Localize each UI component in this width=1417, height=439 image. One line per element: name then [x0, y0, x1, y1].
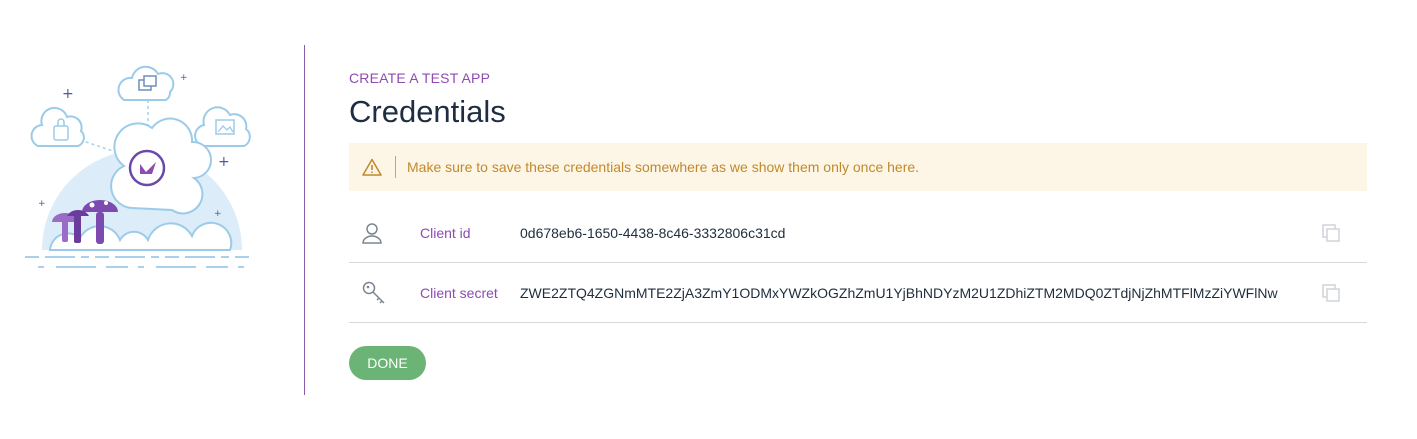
vertical-divider	[304, 45, 305, 395]
alert-message: Make sure to save these credentials some…	[407, 159, 920, 175]
svg-text:+: +	[38, 199, 46, 209]
svg-text:+: +	[214, 209, 222, 219]
client-secret-value: ZWE2ZTQ4ZGNmMTE2ZjA3ZmY1ODMxYWZkOGZhZmU1…	[520, 284, 1278, 301]
credentials-panel: CREATE A TEST APP Credentials Make sure …	[349, 68, 1367, 380]
warning-alert: Make sure to save these credentials some…	[349, 143, 1367, 191]
client-id-label: Client id	[420, 224, 471, 241]
svg-text:+: +	[62, 86, 74, 102]
cloud-illustration: + + + + +	[20, 60, 260, 275]
alert-separator	[395, 156, 396, 178]
copy-icon[interactable]	[1322, 223, 1340, 242]
page-eyebrow: CREATE A TEST APP	[349, 70, 491, 86]
warning-icon	[361, 156, 383, 178]
credential-row-client-id: Client id 0d678eb6-1650-4438-8c46-333280…	[349, 203, 1367, 263]
client-id-value: 0d678eb6-1650-4438-8c46-3332806c31cd	[520, 224, 786, 241]
credential-row-client-secret: Client secret ZWE2ZTQ4ZGNmMTE2ZjA3ZmY1OD…	[349, 263, 1367, 323]
page-title: Credentials	[349, 94, 506, 129]
svg-text:+: +	[218, 154, 230, 170]
copy-icon[interactable]	[1322, 283, 1340, 302]
credentials-list: Client id 0d678eb6-1650-4438-8c46-333280…	[349, 203, 1367, 323]
svg-text:+: +	[180, 73, 188, 83]
client-secret-label: Client secret	[420, 284, 498, 301]
key-icon	[349, 280, 397, 306]
done-button[interactable]: DONE	[349, 346, 426, 380]
user-icon	[349, 222, 397, 244]
